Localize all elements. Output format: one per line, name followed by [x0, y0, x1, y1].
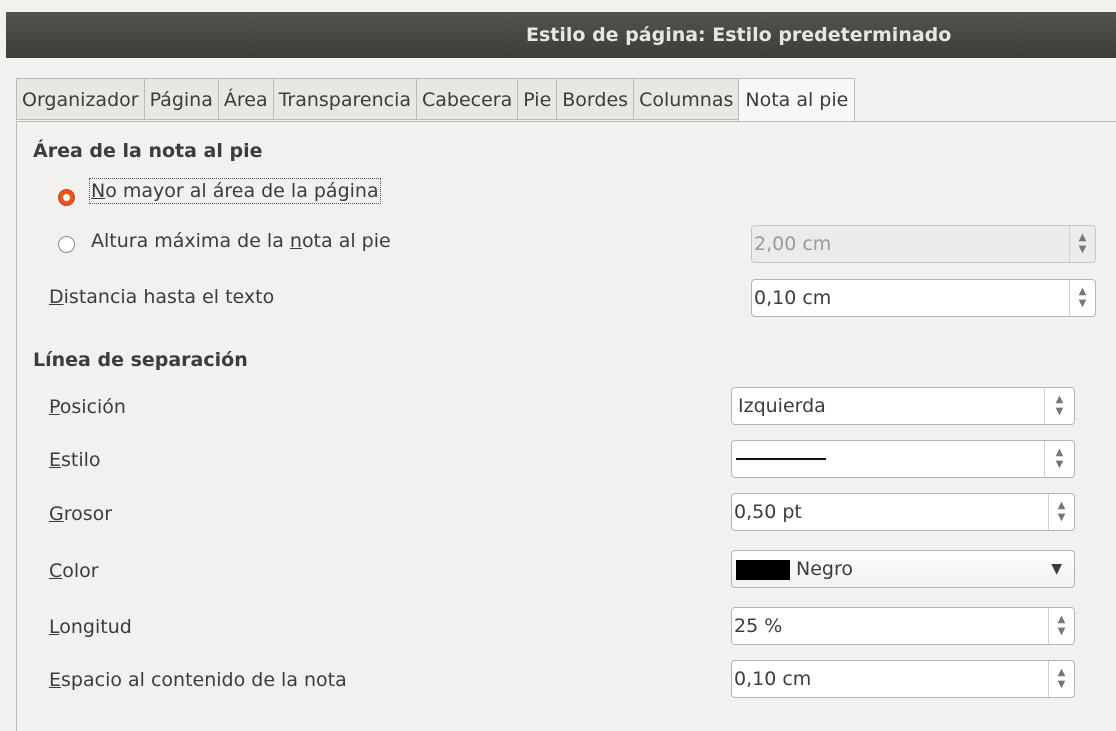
tab-area[interactable]: Área	[217, 78, 273, 120]
spacing-spin-arrows[interactable]: ▲ ▼	[1048, 661, 1074, 697]
radio-not-larger[interactable]	[58, 189, 75, 206]
spin-down-icon[interactable]: ▼	[1070, 298, 1095, 310]
footnote-area-heading: Área de la nota al pie	[33, 140, 263, 162]
tab-bar: Organizador Página Área Transparencia Ca…	[16, 78, 856, 122]
style-select[interactable]: ▲ ▼	[731, 440, 1075, 478]
max-height-spinbox[interactable]: 2,00 cm ▲ ▼	[751, 225, 1096, 263]
radio-not-larger-label[interactable]: No mayor al área de la página	[89, 178, 381, 204]
style-mnemonic: E	[49, 449, 62, 471]
max-height-value: 2,00 cm	[754, 233, 832, 255]
color-dropdown[interactable]: Negro ▼	[731, 550, 1075, 588]
separator-line-heading: Línea de separación	[33, 349, 248, 371]
color-value: Negro	[796, 558, 853, 580]
position-mnemonic: P	[49, 396, 60, 418]
radio-max-height-mnemonic: n	[289, 230, 302, 252]
length-spinbox[interactable]: 25 % ▲ ▼	[731, 607, 1075, 645]
tab-organizador[interactable]: Organizador	[16, 78, 144, 120]
radio-max-height-text-post: ota al pie	[301, 230, 391, 252]
style-text: stilo	[61, 449, 101, 471]
chevron-up-icon: ▲	[1055, 394, 1064, 405]
length-spin-arrows[interactable]: ▲ ▼	[1048, 608, 1074, 644]
window-title: Estilo de página: Estilo predeterminado	[526, 24, 952, 46]
style-select-arrows[interactable]: ▲ ▼	[1044, 441, 1074, 477]
tab-transparencia[interactable]: Transparencia	[272, 78, 416, 120]
position-text: osición	[59, 396, 126, 418]
weight-text: rosor	[63, 503, 113, 525]
tab-columnas[interactable]: Columnas	[633, 78, 739, 120]
chevron-down-icon: ▼	[1055, 459, 1064, 470]
spin-up-icon[interactable]: ▲	[1070, 232, 1095, 244]
radio-max-height-text-pre: Altura máxima de la	[91, 230, 290, 252]
line-style-sample	[736, 458, 826, 460]
spin-down-icon[interactable]: ▼	[1049, 626, 1074, 638]
distance-value: 0,10 cm	[754, 287, 832, 309]
position-value: Izquierda	[738, 395, 826, 417]
distance-spin-arrows[interactable]: ▲ ▼	[1069, 280, 1095, 316]
distance-text: istancia hasta el texto	[63, 286, 275, 308]
distance-label: Distancia hasta el texto	[49, 286, 274, 308]
position-select-arrows[interactable]: ▲ ▼	[1044, 388, 1074, 424]
chevron-up-icon: ▲	[1055, 447, 1064, 458]
spin-down-icon[interactable]: ▼	[1049, 512, 1074, 524]
window-titlebar: Estilo de página: Estilo predeterminado	[6, 12, 1116, 58]
position-select[interactable]: Izquierda ▲ ▼	[731, 387, 1075, 425]
radio-not-larger-text: o mayor al área de la página	[105, 180, 379, 202]
spacing-mnemonic: E	[49, 669, 62, 691]
position-label: Posición	[49, 396, 126, 418]
spin-down-icon[interactable]: ▼	[1049, 679, 1074, 691]
weight-label: Grosor	[49, 503, 112, 525]
length-text: ongitud	[59, 616, 132, 638]
tab-pagina[interactable]: Página	[143, 78, 218, 120]
radio-not-larger-mnemonic: N	[91, 180, 106, 202]
weight-mnemonic: G	[49, 503, 64, 525]
weight-spin-arrows[interactable]: ▲ ▼	[1048, 494, 1074, 530]
color-swatch	[736, 560, 790, 580]
spacing-value: 0,10 cm	[734, 668, 812, 690]
spacing-text: spacio al contenido de la nota	[61, 669, 347, 691]
length-value: 25 %	[734, 615, 783, 637]
spin-up-icon[interactable]: ▲	[1049, 500, 1074, 512]
length-label: Longitud	[49, 616, 132, 638]
spin-up-icon[interactable]: ▲	[1049, 667, 1074, 679]
spacing-label: Espacio al contenido de la nota	[49, 669, 347, 691]
weight-spinbox[interactable]: 0,50 pt ▲ ▼	[731, 493, 1075, 531]
color-text: olor	[62, 560, 99, 582]
radio-max-height[interactable]	[58, 236, 75, 253]
spin-up-icon[interactable]: ▲	[1049, 614, 1074, 626]
weight-value: 0,50 pt	[734, 501, 802, 523]
tab-cabecera[interactable]: Cabecera	[416, 78, 518, 120]
distance-mnemonic: D	[49, 286, 64, 308]
spacing-spinbox[interactable]: 0,10 cm ▲ ▼	[731, 660, 1075, 698]
length-mnemonic: L	[49, 616, 60, 638]
tab-nota-al-pie[interactable]: Nota al pie	[738, 78, 856, 122]
tab-pie[interactable]: Pie	[517, 78, 557, 120]
radio-max-height-label[interactable]: Altura máxima de la nota al pie	[91, 230, 391, 252]
tab-bordes[interactable]: Bordes	[556, 78, 634, 120]
dropdown-arrow-icon[interactable]: ▼	[1051, 551, 1062, 587]
color-mnemonic: C	[49, 560, 63, 582]
color-label: Color	[49, 560, 99, 582]
spin-down-icon[interactable]: ▼	[1070, 244, 1095, 256]
footnote-panel: Área de la nota al pie No mayor al área …	[16, 121, 1116, 731]
max-height-spin-arrows[interactable]: ▲ ▼	[1069, 226, 1095, 262]
distance-spinbox[interactable]: 0,10 cm ▲ ▼	[751, 279, 1096, 317]
style-label: Estilo	[49, 449, 101, 471]
chevron-down-icon: ▼	[1055, 406, 1064, 417]
spin-up-icon[interactable]: ▲	[1070, 286, 1095, 298]
